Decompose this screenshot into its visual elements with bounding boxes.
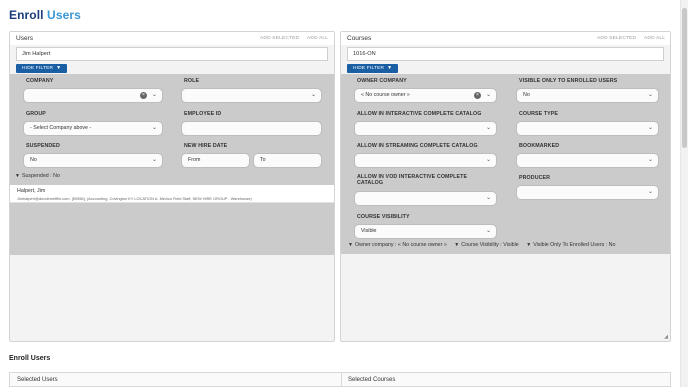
summary-owner: Owner company : « No course owner » [354, 242, 447, 248]
courses-add-selected-button[interactable]: ADD SELECTED [597, 36, 636, 41]
funnel-icon: ▼ [454, 242, 460, 248]
courses-filter-area: OWNER COMPANY « No course owner » × ⌄ VI… [341, 74, 670, 254]
chevron-down-icon: ⌄ [151, 125, 157, 131]
funnel-icon: ▼ [56, 65, 62, 71]
courses-hide-filter-label: HIDE FILTER [353, 66, 385, 71]
page-title-part2: Users [47, 8, 81, 22]
page-title: Enroll Users [9, 8, 81, 22]
visible-only-select[interactable]: No ⌄ [516, 88, 659, 103]
page-title-part1: Enroll [9, 8, 44, 22]
courses-search-input[interactable]: 1016-ON [347, 47, 664, 61]
role-label: ROLE [184, 78, 200, 84]
chevron-down-icon: ⌄ [151, 92, 157, 98]
summary-visibility: Course Visibility : Visible [461, 242, 519, 248]
allow-interactive-label: ALLOW IN INTERACTIVE COMPLETE CATALOG [357, 111, 482, 117]
courses-panel-header: Courses ADD SELECTED ADD ALL [341, 32, 670, 45]
group-label: GROUP [26, 111, 46, 117]
funnel-icon: ▼ [526, 242, 532, 248]
users-add-all-button[interactable]: ADD ALL [307, 36, 328, 41]
owner-company-select[interactable]: « No course owner » × ⌄ [354, 88, 497, 103]
users-hide-filter-label: HIDE FILTER [22, 66, 54, 71]
group-select[interactable]: - Select Company above - ⌄ [23, 121, 163, 136]
users-filter-summary-text: Suspended : No [21, 173, 60, 179]
employee-id-label: EMPLOYEE ID [184, 111, 222, 117]
user-result-name: Halpert, Jim [17, 188, 46, 194]
allow-interactive-select[interactable]: ⌄ [354, 121, 497, 136]
users-hide-filter-button[interactable]: HIDE FILTER ▼ [16, 64, 68, 73]
funnel-icon: ▼ [348, 242, 353, 248]
chevron-down-icon: ⌄ [485, 228, 491, 234]
users-filter-summary: ▼ Suspended : No [15, 173, 60, 179]
new-hire-to-input[interactable]: To [253, 153, 322, 168]
users-panel: Users ADD SELECTED ADD ALL Jim Halpert H… [9, 31, 335, 342]
producer-label: PRODUCER [519, 175, 551, 181]
course-visibility-label: COURSE VISIBILITY [357, 214, 410, 220]
selected-courses-label: Selected Courses [348, 377, 396, 383]
visible-only-label: VISIBLE ONLY TO ENROLLED USERS [519, 78, 618, 84]
clear-icon[interactable]: × [140, 92, 147, 99]
visible-only-value: No [523, 92, 530, 98]
chevron-down-icon: ⌄ [485, 92, 491, 98]
courses-hide-filter-button[interactable]: HIDE FILTER ▼ [347, 64, 399, 73]
users-panel-header: Users ADD SELECTED ADD ALL [10, 32, 334, 45]
course-type-select[interactable]: ⌄ [516, 121, 659, 136]
producer-select[interactable]: ⌄ [516, 185, 659, 200]
users-panel-title: Users [16, 35, 33, 42]
courses-add-all-button[interactable]: ADD ALL [644, 36, 665, 41]
allow-streaming-label: ALLOW IN STREAMING COMPLETE CATALOG [357, 143, 478, 149]
courses-panel: Courses ADD SELECTED ADD ALL 1016-ON HID… [340, 31, 671, 342]
column-divider [341, 373, 342, 387]
company-select[interactable]: × ⌄ [23, 88, 163, 103]
allow-vod-select[interactable]: ⌄ [354, 191, 497, 206]
suspended-select[interactable]: No ⌄ [23, 153, 163, 168]
clear-icon[interactable]: × [474, 92, 481, 99]
summary-visible-only: Visible Only To Enrolled Users : No [533, 242, 616, 248]
enroll-users-page: Enroll Users Users ADD SELECTED ADD ALL … [0, 0, 688, 387]
group-select-value: - Select Company above - [30, 125, 92, 131]
allow-streaming-select[interactable]: ⌄ [354, 153, 497, 168]
funnel-icon: ▼ [387, 65, 393, 71]
scrollbar-thumb[interactable] [682, 8, 687, 148]
selected-items-header: Selected Users Selected Courses [9, 372, 671, 387]
chevron-down-icon: ⌄ [485, 195, 491, 201]
courses-filter-summary: ▼ Owner company : « No course owner » ▼ Co… [348, 242, 615, 248]
users-filter-area: COMPANY × ⌄ ROLE ⌄ GROUP - Select Compan… [10, 74, 334, 255]
owner-company-label: OWNER COMPANY [357, 78, 407, 84]
new-hire-from-input[interactable]: From [181, 153, 250, 168]
chevron-down-icon: ⌄ [647, 125, 653, 131]
bookmarked-select[interactable]: ⌄ [516, 153, 659, 168]
resize-handle-icon[interactable]: ◢ [664, 334, 668, 340]
enroll-users-section-title: Enroll Users [9, 355, 51, 362]
chevron-down-icon: ⌄ [485, 157, 491, 163]
page-scrollbar[interactable] [680, 0, 688, 387]
user-result-row[interactable]: Halpert, Jim Jimhalpert@dundermifflin.co… [10, 185, 334, 203]
funnel-icon: ▼ [15, 173, 20, 179]
new-hire-date-label: NEW HIRE DATE [184, 143, 228, 149]
role-select[interactable]: ⌄ [181, 88, 322, 103]
suspended-label: SUSPENDED [26, 143, 60, 149]
chevron-down-icon: ⌄ [310, 92, 316, 98]
course-visibility-select[interactable]: Visible ⌄ [354, 224, 497, 239]
suspended-select-value: No [30, 157, 37, 163]
users-add-selected-button[interactable]: ADD SELECTED [260, 36, 299, 41]
employee-id-input[interactable] [181, 121, 322, 136]
courses-panel-title: Courses [347, 35, 372, 42]
chevron-down-icon: ⌄ [647, 189, 653, 195]
chevron-down-icon: ⌄ [151, 157, 157, 163]
allow-vod-label: ALLOW IN VOD INTERACTIVE COMPLETE CATALO… [357, 174, 468, 186]
company-label: COMPANY [26, 78, 54, 84]
users-search-input[interactable]: Jim Halpert [16, 47, 328, 61]
course-visibility-value: Visible [361, 228, 377, 234]
bookmarked-label: BOOKMARKED [519, 143, 560, 149]
course-type-label: COURSE TYPE [519, 111, 559, 117]
user-result-detail: Jimhalpert@dundermifflin.com, [50556], (… [17, 196, 252, 201]
chevron-down-icon: ⌄ [485, 125, 491, 131]
chevron-down-icon: ⌄ [647, 157, 653, 163]
selected-users-label: Selected Users [17, 377, 58, 383]
owner-company-value: « No course owner » [361, 92, 410, 98]
chevron-down-icon: ⌄ [647, 92, 653, 98]
